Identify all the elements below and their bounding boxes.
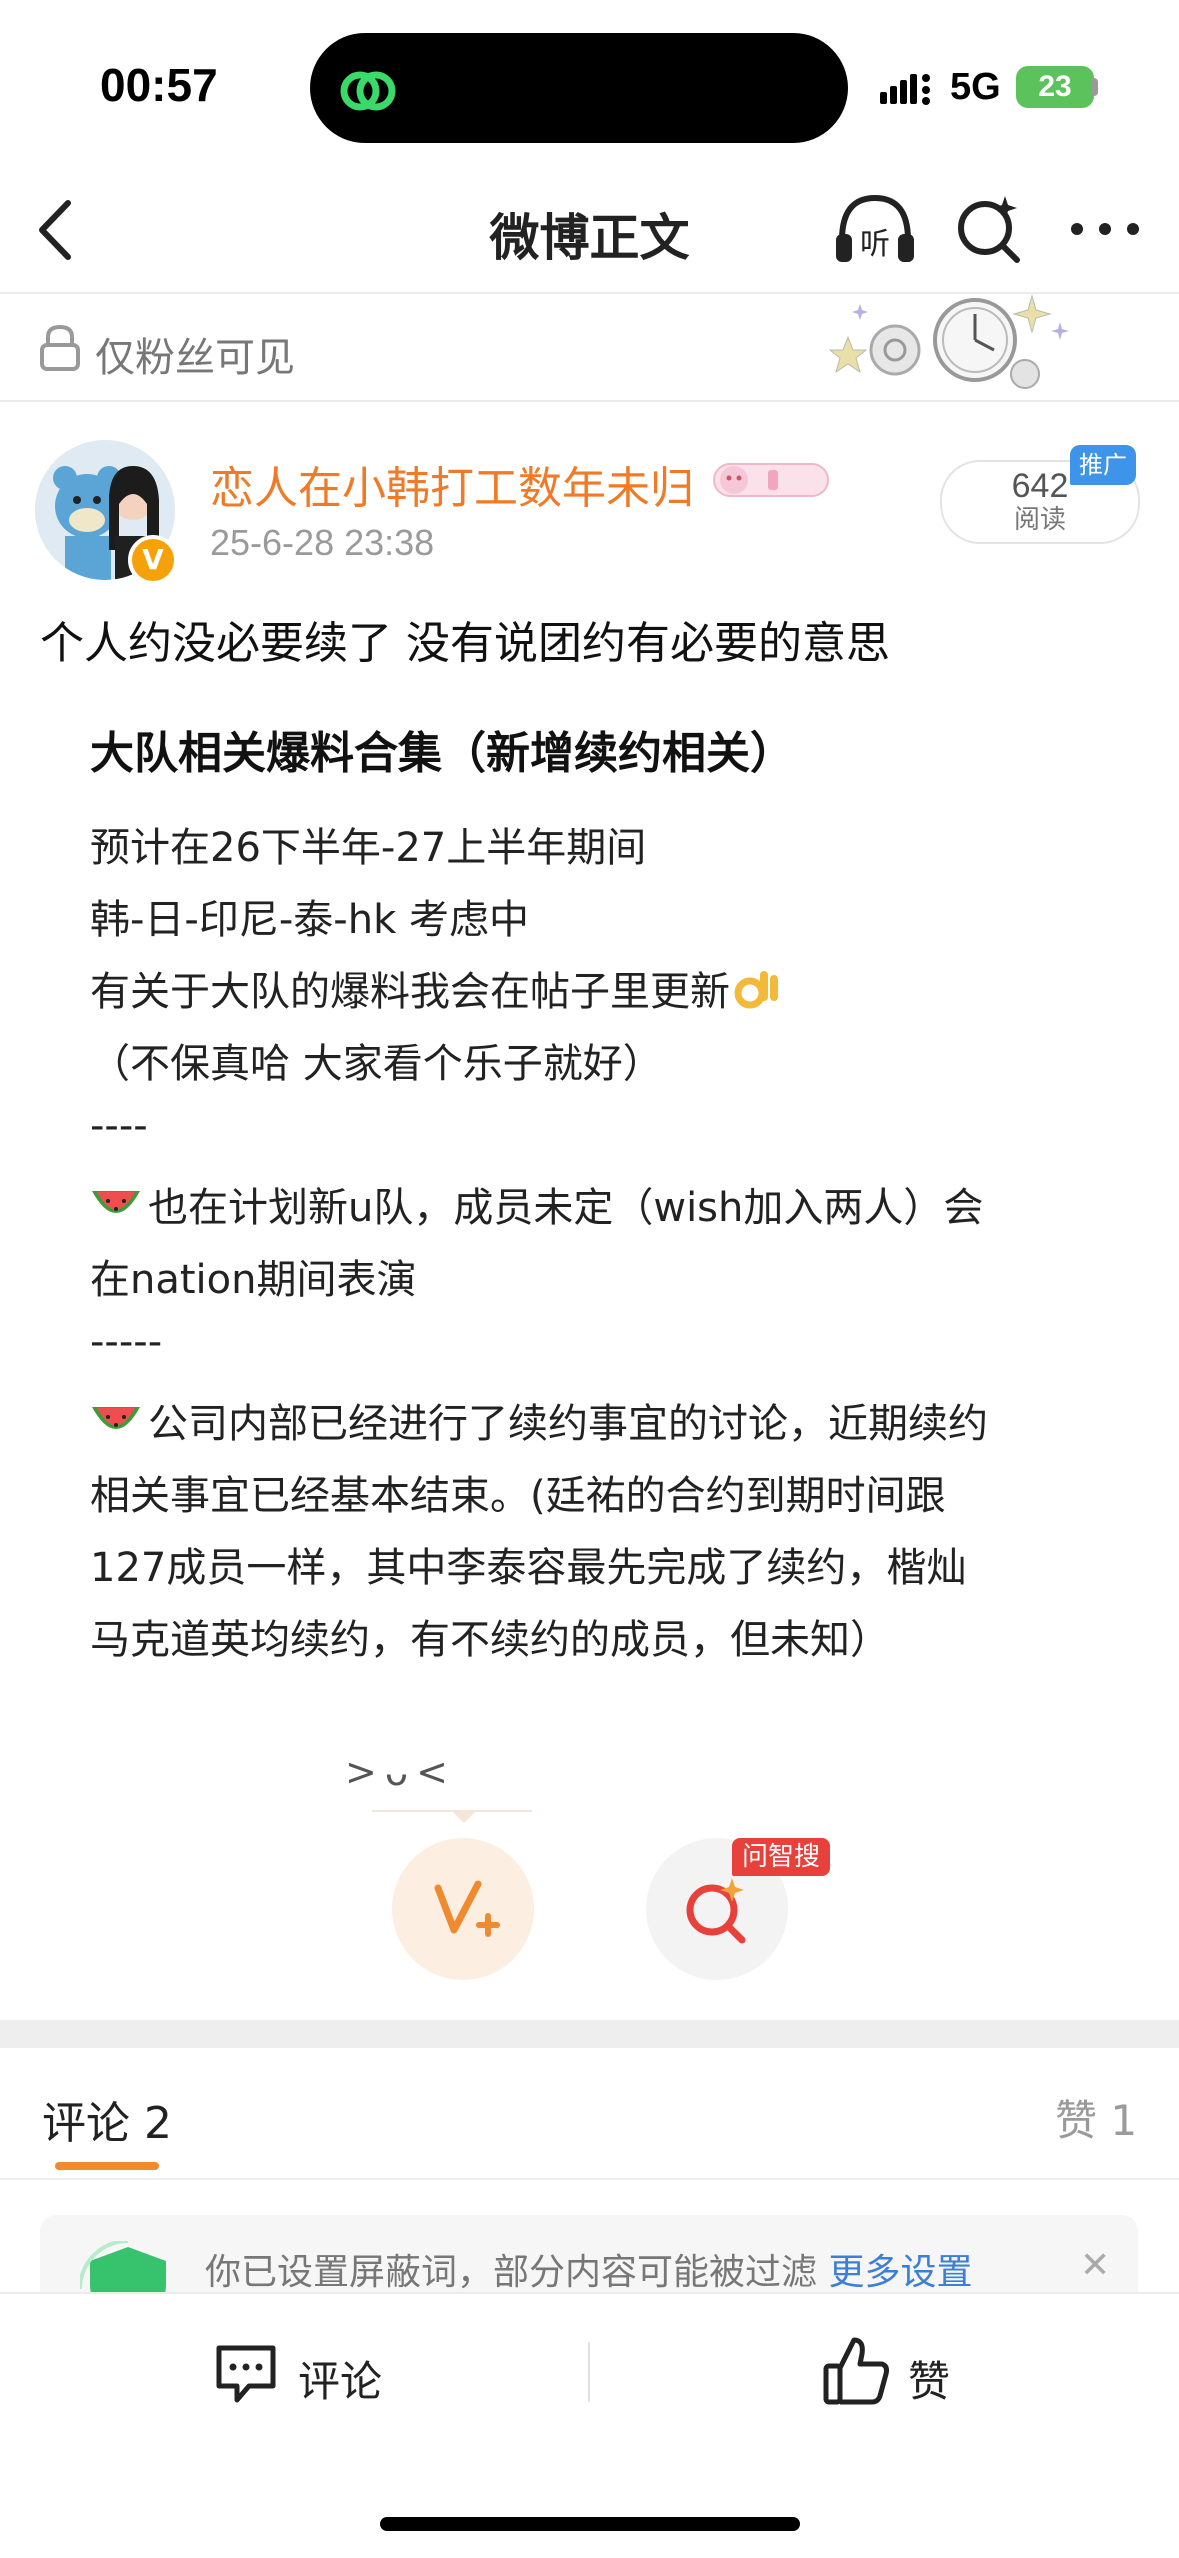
battery-icon: 23 (1016, 66, 1094, 108)
more-settings-link[interactable]: 更多设置 (828, 2252, 972, 2293)
comment-button[interactable]: 评论 (298, 2348, 382, 2409)
verified-badge-icon: V (128, 535, 178, 585)
battery-cap (1092, 78, 1098, 96)
comment-icon[interactable] (213, 2342, 279, 2406)
image-line: 公司内部已经进行了续约事宜的讨论，近期续约 (90, 1391, 988, 1449)
thumbs-up-icon[interactable] (822, 2334, 892, 2406)
ask-search-tag: 问智搜 (732, 1838, 830, 1876)
image-line: 有关于大队的爆料我会在帖子里更新 (90, 959, 788, 1017)
shield-icon (80, 2241, 166, 2295)
tab-likes[interactable]: 赞 1 (1055, 2087, 1137, 2148)
image-line-text: 有关于大队的爆料我会在帖子里更新 (90, 969, 730, 1015)
ok-hand-emoji-icon (734, 971, 778, 1009)
image-line: ---- (90, 1103, 148, 1149)
filter-notice-text: 你已设置屏蔽词，部分内容可能被过滤 更多设置 (205, 2243, 972, 2295)
lock-icon (40, 324, 80, 371)
status-time: 00:57 (100, 59, 218, 111)
image-line: （不保真哈 大家看个乐子就好） (90, 1041, 663, 1087)
home-indicator[interactable] (380, 2517, 800, 2531)
signal-icon (880, 74, 930, 105)
promo-tag[interactable]: 推广 (1070, 445, 1136, 485)
post-text: 个人约没必要续了 没有说团约有必要的意思 (40, 618, 890, 669)
close-icon[interactable]: ✕ (1080, 2245, 1110, 2286)
filter-notice-message: 你已设置屏蔽词，部分内容可能被过滤 (205, 2252, 818, 2293)
filter-notice: 你已设置屏蔽词，部分内容可能被过滤 更多设置 ✕ (40, 2215, 1138, 2295)
tooltip-pointer (452, 1811, 476, 1823)
network-type: 5G (950, 66, 1001, 108)
section-gap (0, 2020, 1179, 2048)
image-line-text: 公司内部已经进行了续约事宜的讨论，近期续约 (148, 1401, 988, 1447)
image-title: 大队相关爆料合集（新增续约相关） (90, 728, 794, 779)
member-badge-icon (713, 463, 829, 497)
watermelon-emoji-icon (92, 1407, 140, 1429)
image-line: ----- (90, 1319, 163, 1365)
kaomoji-label: >ᴗ< (345, 1750, 456, 1794)
image-line: 预计在26下半年-27上半年期间 (90, 825, 647, 871)
author-name[interactable]: 恋人在小韩打工数年未归 (210, 452, 694, 516)
visibility-label: 仅粉丝可见 (95, 335, 295, 381)
image-line: 相关事宜已经基本结束。(廷祐的合约到期时间跟 (90, 1473, 946, 1519)
image-line: 在nation期间表演 (90, 1257, 417, 1303)
post-image[interactable]: 大队相关爆料合集（新增续约相关） 预计在26下半年-27上半年期间 韩-日-印尼… (40, 695, 1140, 1675)
link-app-icon (340, 71, 396, 111)
image-line: 韩-日-印尼-泰-hk 考虑中 (90, 897, 529, 943)
post-timestamp: 25-6-28 23:38 (210, 522, 435, 563)
tab-comments[interactable]: 评论 2 (42, 2087, 172, 2151)
read-label: 阅读 (1013, 505, 1066, 535)
image-line: 也在计划新u队，成员未定（wish加入两人）会 (90, 1175, 983, 1233)
search-sparkle-icon[interactable] (955, 192, 1025, 264)
active-tab-indicator (55, 2162, 159, 2170)
watermelon-emoji-icon (92, 1191, 140, 1213)
more-icon[interactable] (1070, 222, 1140, 236)
divider (0, 400, 1179, 402)
image-line-text: 也在计划新u队，成员未定（wish加入两人）会 (148, 1185, 984, 1231)
clock-gears-decoration-icon (828, 294, 1069, 389)
v-plus-icon (434, 1880, 500, 1937)
divider (0, 2178, 1179, 2180)
headphones-listen-icon[interactable]: 听 (832, 190, 918, 270)
like-button[interactable]: 赞 (908, 2348, 950, 2409)
divider (588, 2342, 590, 2402)
v-plus-button[interactable] (392, 1838, 534, 1980)
image-line: 127成员一样，其中李泰容最先完成了续约，楷灿 (90, 1545, 967, 1591)
image-line: 马克道英均续约，有不续约的成员，但未知） (90, 1617, 890, 1663)
svg-text:听: 听 (860, 227, 890, 262)
